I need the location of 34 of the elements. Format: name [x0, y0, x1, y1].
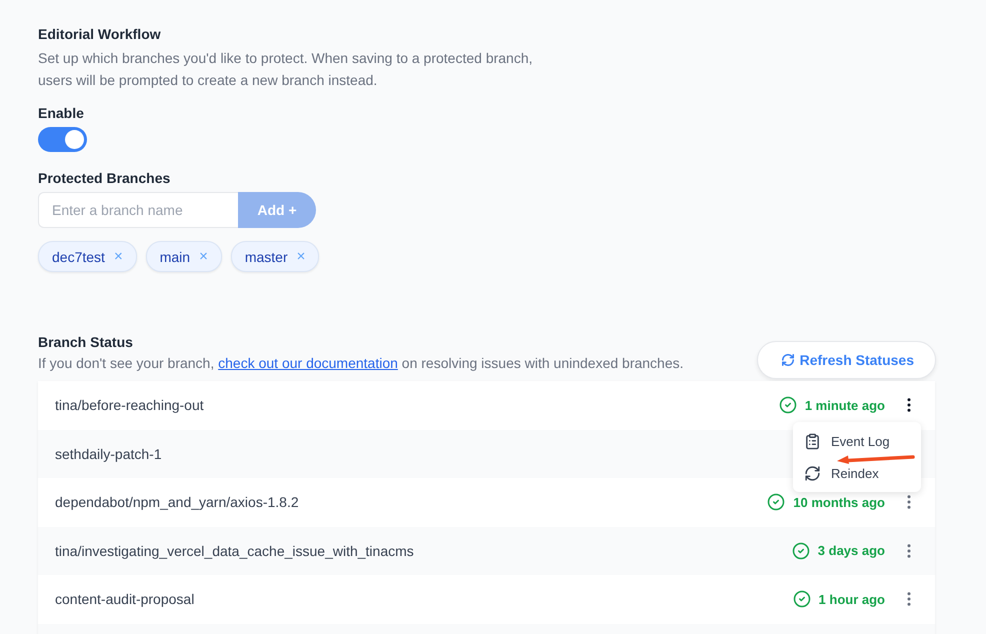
- field-label: Protected Branches: [38, 170, 172, 186]
- branch-name: content-audit-proposal: [55, 591, 194, 608]
- tag-label: master: [244, 248, 288, 264]
- tag-label: dec7test: [52, 248, 105, 264]
- status-time: 3 days ago: [818, 543, 885, 558]
- section-title: Editorial Workflow: [38, 26, 162, 42]
- refresh-statuses-button[interactable]: Refresh Statuses: [756, 341, 936, 379]
- enable-toggle[interactable]: [38, 127, 87, 152]
- status-time: 10 months ago: [793, 494, 885, 510]
- clipboard-icon: [804, 432, 821, 450]
- remove-tag-button[interactable]: ×: [199, 248, 208, 265]
- check-circle-icon: [778, 396, 797, 414]
- status-time: 1 hour ago: [818, 592, 885, 607]
- description: If you don't see your branch, check out our documentation on resolving issues with unindexed branches.: [38, 355, 684, 371]
- check-circle-icon: [792, 590, 811, 608]
- field-label: Enable: [38, 105, 85, 121]
- tag-label: main: [160, 248, 190, 264]
- check-circle-icon: [792, 542, 810, 560]
- remove-tag-button[interactable]: ×: [296, 248, 306, 265]
- branch-name: tina/investigating_vercel_data_cache_issue_with_tinacms: [55, 542, 414, 559]
- description: Set up which branches you'd like to protect. When saving to a protected branch, users will be prompted to create a new branch instead.: [38, 49, 534, 90]
- menu-item[interactable]: Reindex: [804, 463, 879, 483]
- branch-name: dependabot/npm_and_yarn/axios-1.8.2: [55, 494, 299, 510]
- refresh-icon: [780, 353, 795, 367]
- branch-name-input[interactable]: Enter a branch name: [38, 192, 238, 228]
- section-title: Branch Status: [38, 334, 134, 350]
- remove-tag-button[interactable]: ×: [114, 248, 123, 265]
- status-time: 1 minute ago: [804, 398, 885, 413]
- branch-name: tina/before-reaching-out: [55, 397, 204, 414]
- check-circle-icon: [767, 493, 786, 512]
- branch-name: sethdaily-patch-1: [55, 446, 162, 462]
- documentation-link[interactable]: check out our documentation: [218, 355, 398, 371]
- menu-item[interactable]: Event Log: [804, 431, 890, 451]
- refresh-icon: [804, 464, 821, 482]
